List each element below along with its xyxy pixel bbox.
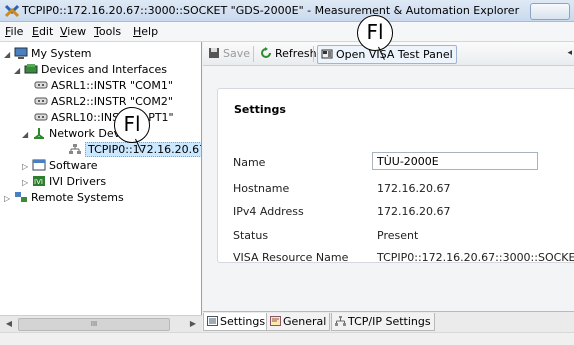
settings-pane: Settings Name Hostname 172.16.20.67 IPv4… [203,66,574,311]
serial-port-icon [34,81,48,89]
name-label: Name [233,156,266,169]
hostname-value: 172.16.20.67 [377,182,451,195]
callout-marker-tree: Fl [114,107,150,152]
bottom-tabs: Settings General TCP/IP Settings [203,311,574,332]
devices-icon [24,64,38,74]
settings-tab-icon [207,316,218,326]
tree-item-asrl2[interactable]: ASRL2::INSTR "COM2" [34,94,173,110]
toolbar-separator [253,46,254,62]
menu-help[interactable]: Help [133,25,158,38]
software-icon [32,159,46,171]
menu-tools[interactable]: Tools [94,25,121,38]
computer-icon [14,47,28,59]
menu-edit[interactable]: Edit [32,25,53,38]
menu-view[interactable]: View [60,25,86,38]
status-value: Present [377,229,419,242]
svg-text:IVI: IVI [34,178,43,186]
tree-item-asrl1[interactable]: ASRL1::INSTR "COM1" [34,78,173,94]
hostname-label: Hostname [233,182,290,195]
tree-horizontal-scrollbar[interactable]: ◀ III ▶ [0,315,202,332]
general-tab-icon [270,316,281,326]
toolbar-overflow-icon[interactable]: ◂ [567,48,572,58]
serial-port-icon [34,97,48,105]
tab-settings[interactable]: Settings [203,313,270,331]
title-bar: TCPIP0::172.16.20.67::3000::SOCKET "GDS-… [0,0,574,22]
scroll-left-arrow-icon[interactable]: ◀ [2,318,16,330]
visa-resource-value: TCPIP0::172.16.20.67::3000::SOCKET [377,251,574,264]
configuration-tree: ◢ My System ◢ Devices and Interfaces ASRL1… [0,42,202,315]
mAX-app-icon [4,4,20,18]
menu-bar: File Edit View Tools Help [0,22,574,42]
toolbar: Save Refresh Open VISA Test Panel ◂ [203,42,574,66]
status-label: Status [233,229,269,242]
ipv4-value: 172.16.20.67 [377,205,451,218]
menu-file[interactable]: File [5,25,23,38]
tree-item-my-system[interactable]: ◢ My System [4,46,92,62]
visa-resource-label: VISA Resource Name [233,251,349,264]
save-icon [209,48,219,58]
tree-item-asrl10[interactable]: ASRL10::INSTR "LPT1" [34,110,174,126]
tab-general[interactable]: General [266,313,331,331]
network-tab-icon [335,316,346,326]
save-button[interactable]: Save [205,45,253,62]
ivi-drivers-icon: IVI [33,176,45,186]
parallel-port-icon [34,113,48,121]
callout-marker-toolbar: Fl [357,15,393,60]
refresh-button[interactable]: Refresh [257,45,320,62]
open-visa-test-panel-button[interactable]: Open VISA Test Panel [317,45,457,64]
minimize-button[interactable] [530,3,570,20]
expand-arrow-icon[interactable]: ◢ [14,63,24,79]
tree-item-ivi-drivers[interactable]: ▷ IVI IVI Drivers [22,174,106,190]
network-device-icon [69,144,81,154]
expand-arrow-icon[interactable]: ◢ [4,47,14,63]
network-icon [34,128,44,139]
status-bar [0,332,574,345]
settings-title: Settings [234,103,286,116]
tree-item-software[interactable]: ▷ Software [22,158,98,174]
window-title: TCPIP0::172.16.20.67::3000::SOCKET "GDS-… [22,4,520,17]
tree-item-remote-systems[interactable]: ▷ Remote Systems [4,190,124,206]
ipv4-label: IPv4 Address [233,205,304,218]
tree-item-devices-interfaces[interactable]: ◢ Devices and Interfaces [14,62,167,78]
collapse-arrow-icon[interactable]: ▷ [22,159,32,175]
settings-card: Settings Name Hostname 172.16.20.67 IPv4… [217,88,574,264]
scroll-thumb[interactable]: III [18,318,170,331]
scroll-right-arrow-icon[interactable]: ▶ [186,318,200,330]
refresh-icon [261,47,271,58]
name-field[interactable] [372,152,538,170]
remote-systems-icon [15,192,27,202]
toolbar-separator [313,46,314,62]
tree-item-tcpip-socket[interactable]: TCPIP0::172.16.20.67::3000::SOCKET [68,142,201,158]
tab-tcpip-settings[interactable]: TCP/IP Settings [331,313,435,331]
collapse-arrow-icon[interactable]: ▷ [22,175,32,191]
collapse-arrow-icon[interactable]: ▷ [4,191,14,207]
expand-arrow-icon[interactable]: ◢ [22,127,32,143]
test-panel-icon [321,49,333,59]
